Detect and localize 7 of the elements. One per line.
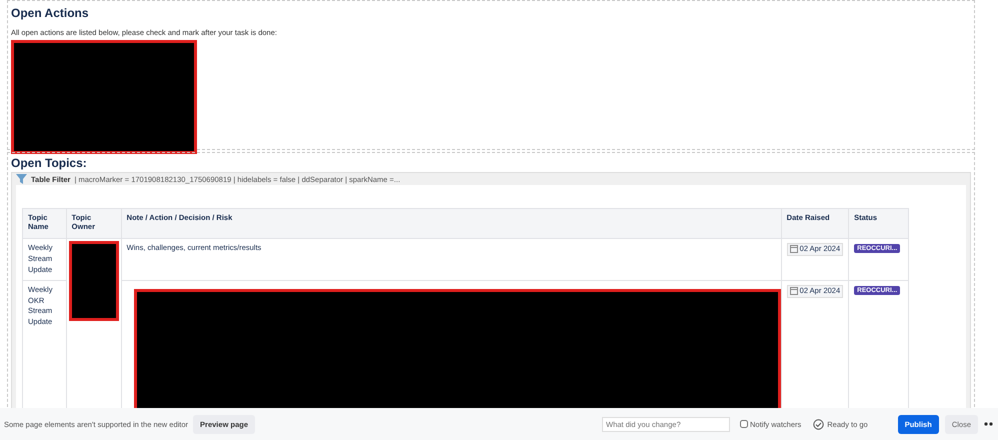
calendar-icon <box>790 287 798 296</box>
more-icon[interactable] <box>984 422 994 426</box>
check-circle-icon <box>813 418 824 430</box>
notify-checkbox[interactable] <box>740 420 748 428</box>
calendar-icon <box>790 245 798 254</box>
section-heading: Open Actions <box>11 6 90 20</box>
section-heading: Open Topics: <box>11 156 88 170</box>
